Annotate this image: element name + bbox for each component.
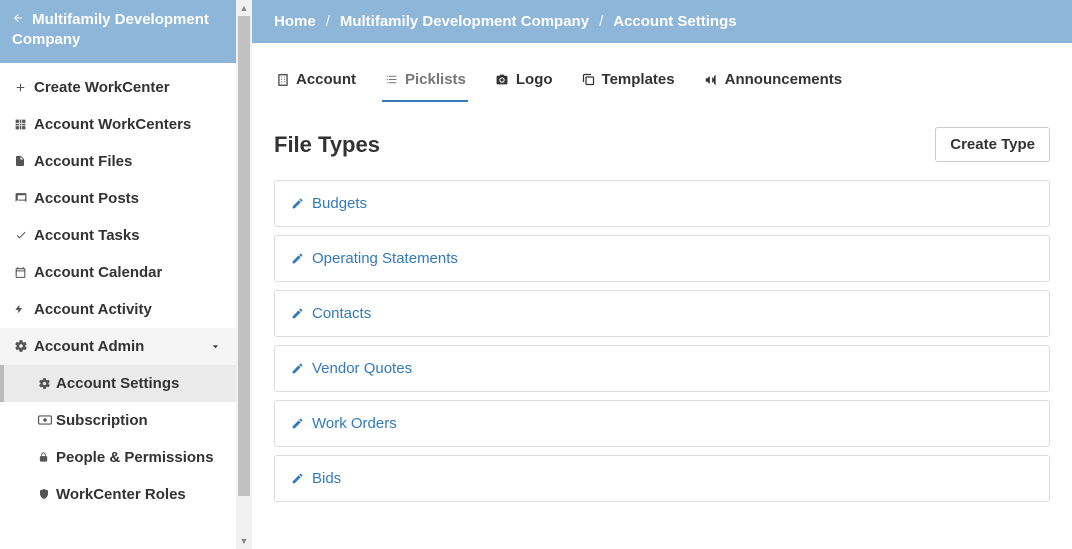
section-title: File Types (274, 132, 380, 158)
grid-icon (14, 118, 30, 131)
sidebar-header[interactable]: Multifamily Development Company (0, 0, 236, 63)
shield-icon (38, 487, 54, 501)
nav-label: Account Files (34, 153, 132, 170)
tab-logo[interactable]: Logo (492, 63, 555, 102)
nav-account-tasks[interactable]: Account Tasks (0, 217, 236, 254)
nav-account-posts[interactable]: Account Posts (0, 180, 236, 217)
nav-label: Account Calendar (34, 264, 162, 281)
file-type-row: Budgets (274, 180, 1050, 227)
file-type-name[interactable]: Work Orders (312, 415, 397, 432)
scrollbar-thumb[interactable] (238, 16, 250, 496)
file-type-row: Work Orders (274, 400, 1050, 447)
tabs: Account Picklists Logo (274, 43, 1050, 103)
tab-label: Templates (602, 71, 675, 88)
tab-announcements[interactable]: Announcements (701, 63, 845, 102)
create-type-button[interactable]: Create Type (935, 127, 1050, 162)
tab-account[interactable]: Account (274, 63, 358, 102)
breadcrumb-current[interactable]: Account Settings (613, 13, 736, 30)
nav-account-activity[interactable]: Account Activity (0, 291, 236, 328)
sidebar-container: Multifamily Development Company Create W… (0, 0, 252, 549)
edit-icon[interactable] (291, 362, 304, 375)
breadcrumb-home[interactable]: Home (274, 13, 316, 30)
tab-label: Picklists (405, 71, 466, 88)
nav-label: Account Posts (34, 190, 139, 207)
building-icon (276, 72, 290, 88)
copy-icon (581, 72, 596, 87)
nav-label: Account WorkCenters (34, 116, 191, 133)
nav-label: Account Activity (34, 301, 152, 318)
subnav-label: WorkCenter Roles (56, 486, 186, 503)
comments-icon (14, 192, 30, 205)
nav-account-calendar[interactable]: Account Calendar (0, 254, 236, 291)
gears-icon (14, 339, 30, 353)
check-icon (14, 229, 30, 241)
file-type-name[interactable]: Vendor Quotes (312, 360, 412, 377)
company-name: Multifamily Development Company (12, 11, 209, 48)
tab-label: Account (296, 71, 356, 88)
file-type-row: Operating Statements (274, 235, 1050, 282)
breadcrumb-separator: / (326, 13, 330, 30)
subnav-account-settings[interactable]: Account Settings (0, 365, 236, 402)
subnav-workcenter-roles[interactable]: WorkCenter Roles (0, 476, 236, 513)
camera-icon (494, 73, 510, 86)
subnav-label: People & Permissions (56, 449, 214, 466)
file-type-row: Contacts (274, 290, 1050, 337)
file-type-name[interactable]: Budgets (312, 195, 367, 212)
file-icon (14, 154, 30, 168)
nav-label: Create WorkCenter (34, 79, 170, 96)
file-type-row: Bids (274, 455, 1050, 502)
sidebar: Multifamily Development Company Create W… (0, 0, 236, 549)
file-types-list: Budgets Operating Statements Contacts (274, 180, 1050, 502)
file-type-row: Vendor Quotes (274, 345, 1050, 392)
chevron-down-icon (209, 340, 222, 353)
plus-icon (14, 81, 30, 94)
edit-icon[interactable] (291, 472, 304, 485)
tab-label: Logo (516, 71, 553, 88)
breadcrumb-separator: / (599, 13, 603, 30)
sidebar-nav: Create WorkCenter Account WorkCenters Ac… (0, 63, 236, 549)
subnav-label: Subscription (56, 412, 148, 429)
edit-icon[interactable] (291, 307, 304, 320)
scrollbar-down-arrow[interactable]: ▼ (236, 533, 252, 549)
file-type-name[interactable]: Contacts (312, 305, 371, 322)
edit-icon[interactable] (291, 252, 304, 265)
breadcrumb-company[interactable]: Multifamily Development Company (340, 13, 589, 30)
bolt-icon (14, 302, 30, 316)
back-arrow-icon (12, 11, 28, 28)
calendar-icon (14, 266, 30, 279)
file-type-name[interactable]: Operating Statements (312, 250, 458, 267)
subnav-label: Account Settings (56, 375, 179, 392)
edit-icon[interactable] (291, 417, 304, 430)
list-icon (384, 73, 399, 86)
nav-label: Account Admin (34, 338, 144, 355)
nav-account-files[interactable]: Account Files (0, 143, 236, 180)
app-root: Multifamily Development Company Create W… (0, 0, 1072, 549)
tab-templates[interactable]: Templates (579, 63, 677, 102)
tab-picklists[interactable]: Picklists (382, 63, 468, 102)
subnav-people-permissions[interactable]: People & Permissions (0, 439, 236, 476)
edit-icon[interactable] (291, 197, 304, 210)
tab-label: Announcements (725, 71, 843, 88)
main-area: Home / Multifamily Development Company /… (252, 0, 1072, 549)
file-type-name[interactable]: Bids (312, 470, 341, 487)
nav-account-admin[interactable]: Account Admin (0, 328, 236, 365)
nav-create-workcenter[interactable]: Create WorkCenter (0, 69, 236, 106)
gear-icon (38, 377, 54, 390)
nav-account-workcenters[interactable]: Account WorkCenters (0, 106, 236, 143)
subnav-subscription[interactable]: Subscription (0, 402, 236, 439)
money-icon (38, 415, 54, 425)
sidebar-scrollbar[interactable]: ▲ ▼ (236, 0, 252, 549)
nav-label: Account Tasks (34, 227, 140, 244)
content: Account Picklists Logo (252, 43, 1072, 549)
breadcrumb: Home / Multifamily Development Company /… (252, 0, 1072, 43)
section-header: File Types Create Type (274, 127, 1050, 162)
bullhorn-icon (703, 73, 719, 87)
lock-icon (38, 450, 54, 464)
scrollbar-up-arrow[interactable]: ▲ (236, 0, 252, 16)
